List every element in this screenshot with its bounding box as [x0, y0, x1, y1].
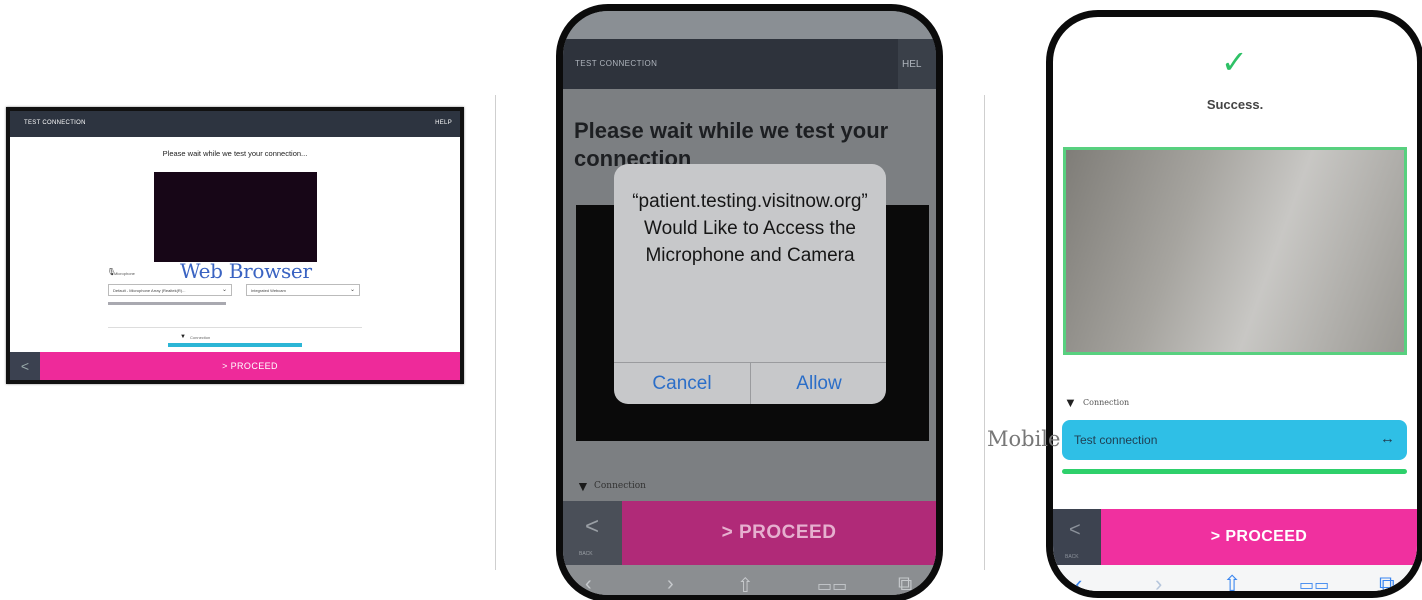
connection-progress-bar	[1062, 469, 1407, 474]
web-camera-select[interactable]: Integrated Webcam	[246, 284, 360, 296]
divider-left	[495, 95, 496, 570]
phone2-connection-label: Connection	[1083, 398, 1130, 407]
share-icon[interactable]: ⇧	[1223, 571, 1241, 591]
web-audio-level-bar	[108, 302, 226, 305]
test-connection-label: Test connection	[1074, 433, 1158, 447]
test-connection-box[interactable]: Test connection ↔	[1062, 420, 1407, 460]
wifi-icon: ▼	[576, 478, 590, 494]
phone1-connection-label: Connection	[594, 481, 646, 491]
browser-forward-icon[interactable]: ›	[667, 573, 674, 595]
phone2-back-button[interactable]: < BACK	[1053, 509, 1101, 565]
divider-right	[984, 95, 985, 570]
phone2-proceed-button[interactable]: > PROCEED	[1101, 509, 1417, 565]
phone1-title: TEST CONNECTION	[575, 59, 658, 68]
web-footer: < > PROCEED	[10, 352, 460, 380]
phone1-footer: < BACK > PROCEED	[563, 501, 936, 565]
wifi-icon: ▼	[1064, 395, 1077, 410]
web-connection-bar	[168, 343, 302, 347]
checkmark-icon: ✓	[1221, 44, 1248, 80]
web-divider	[108, 327, 362, 328]
web-help-link[interactable]: HELP	[435, 120, 452, 126]
phone2-safari-toolbar: ‹ › ⇧ ▭▭ ⧉	[1053, 565, 1417, 591]
phone1-safari-toolbar: ‹ › ⇧ ▭▭ ⧉	[563, 565, 936, 595]
phone1-status-strip	[563, 11, 936, 39]
browser-back-icon[interactable]: ‹	[1075, 571, 1082, 591]
mobile-success-screenshot: ✓ Success. ▼ Connection Test connection …	[1046, 10, 1422, 598]
web-proceed-button[interactable]: > PROCEED	[40, 352, 460, 380]
web-title: TEST CONNECTION	[24, 120, 86, 126]
phone2-camera-preview	[1063, 147, 1407, 355]
chevron-left-icon: <	[585, 513, 600, 540]
bookmarks-icon[interactable]: ▭▭	[817, 576, 847, 595]
allow-button[interactable]: Allow	[751, 363, 886, 404]
success-message: Success.	[1206, 97, 1264, 112]
mobile-permission-screenshot: TEST CONNECTION HEL Please wait while we…	[556, 4, 943, 600]
browser-forward-icon[interactable]: ›	[1155, 571, 1162, 591]
web-microphone-select[interactable]: Default - Microphone Array (Realtek(R)..…	[108, 284, 232, 296]
web-mic-label: Microphone	[114, 271, 135, 276]
web-video-preview	[154, 172, 317, 262]
wifi-icon: ▼	[180, 334, 186, 340]
back-label: BACK	[579, 551, 593, 557]
share-icon[interactable]: ⇧	[737, 573, 754, 595]
mobile-caption: Mobile	[987, 427, 1061, 451]
cancel-button[interactable]: Cancel	[614, 363, 750, 404]
bookmarks-icon[interactable]: ▭▭	[1299, 575, 1329, 591]
web-browser-screenshot: TEST CONNECTION HELP Please wait while w…	[6, 107, 464, 384]
web-connection-label: Connection	[190, 335, 211, 340]
back-label: BACK	[1065, 554, 1079, 560]
chevron-left-icon: <	[1069, 519, 1081, 541]
phone1-help-link[interactable]: HEL	[898, 39, 936, 89]
permission-dialog-text: “patient.testing.visitnow.org” Would Lik…	[632, 191, 868, 266]
web-back-button[interactable]: <	[10, 352, 40, 380]
web-browser-caption: Web Browser	[180, 259, 312, 283]
phone2-footer: < BACK > PROCEED	[1053, 509, 1417, 565]
tabs-icon[interactable]: ⧉	[1379, 571, 1395, 591]
permission-dialog: “patient.testing.visitnow.org” Would Lik…	[614, 164, 886, 404]
browser-back-icon[interactable]: ‹	[585, 573, 592, 595]
arrows-icon: ↔	[1380, 430, 1395, 447]
web-top-bar: TEST CONNECTION HELP	[10, 111, 460, 137]
tabs-icon[interactable]: ⧉	[898, 573, 912, 595]
phone1-proceed-button[interactable]: > PROCEED	[622, 501, 936, 565]
phone1-back-button[interactable]: < BACK	[563, 501, 622, 565]
web-wait-message: Please wait while we test your connectio…	[162, 149, 308, 158]
phone1-top-bar: TEST CONNECTION HEL	[563, 39, 936, 89]
